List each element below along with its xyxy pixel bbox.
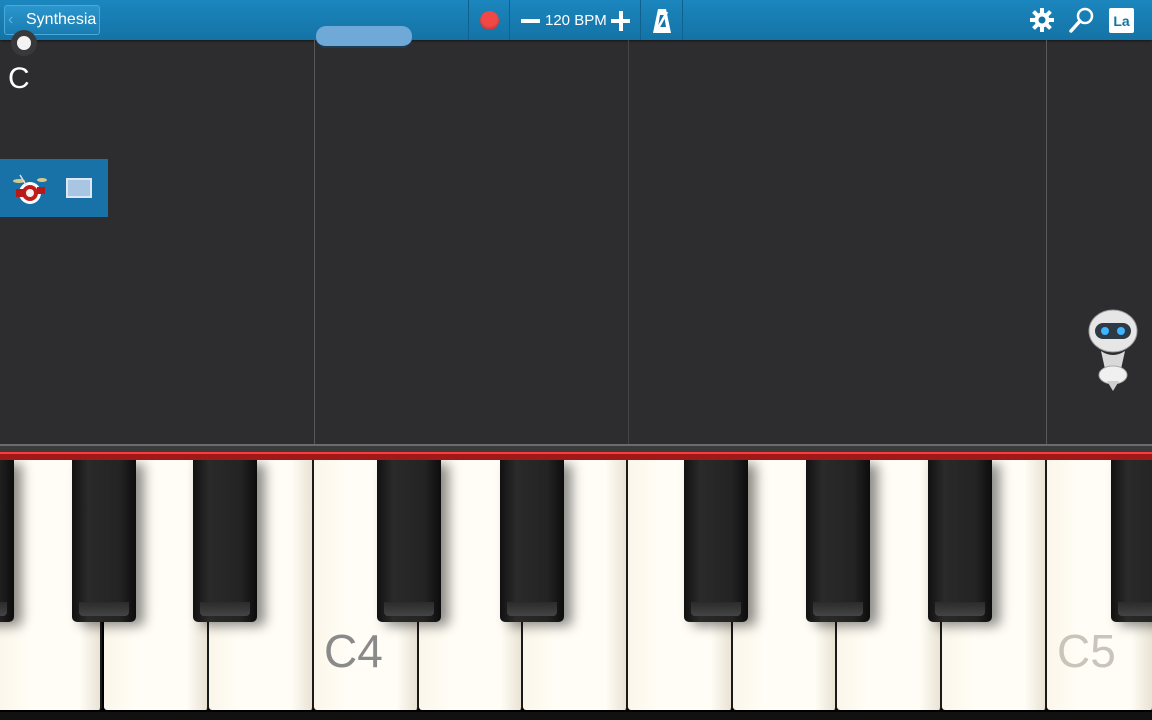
toolbar-divider: [640, 0, 641, 40]
falling-note: [316, 26, 412, 48]
screen-icon[interactable]: [66, 178, 92, 198]
octave-label-c4: C4: [324, 625, 383, 677]
key-signature-label: C: [8, 62, 30, 95]
keyboard-bottom-edge: [0, 712, 1152, 720]
keyboard-top-felt: [0, 452, 1152, 460]
black-key[interactable]: [684, 460, 748, 622]
toolbar-divider: [509, 0, 510, 40]
instrument-panel[interactable]: [0, 159, 108, 217]
black-key[interactable]: [500, 460, 564, 622]
back-chevron-icon: ‹: [8, 11, 14, 28]
toolbar-divider: [682, 0, 683, 40]
octave-line: [628, 40, 629, 444]
octave-label-c5: C5: [1057, 625, 1116, 677]
magnifier-icon[interactable]: [1069, 7, 1095, 33]
label-mode-button[interactable]: La: [1109, 8, 1134, 33]
black-key[interactable]: [72, 460, 136, 622]
black-key[interactable]: [0, 460, 14, 622]
top-toolbar: ‹ Synthesia 120 BPM La: [0, 0, 1152, 40]
drum-kit-icon[interactable]: [12, 171, 48, 207]
bpm-display: 120 BPM: [545, 12, 607, 29]
plus-icon: [619, 11, 623, 31]
black-key[interactable]: [1111, 460, 1152, 622]
record-icon[interactable]: [480, 11, 499, 30]
metronome-icon[interactable]: [652, 8, 672, 34]
black-key[interactable]: [806, 460, 870, 622]
black-key[interactable]: [193, 460, 257, 622]
octave-line: [314, 40, 315, 444]
toggle-knob[interactable]: [11, 30, 37, 56]
bpm-decrease-button[interactable]: [521, 19, 540, 23]
gear-icon[interactable]: [1030, 8, 1054, 32]
robot-icon[interactable]: [1087, 309, 1139, 393]
black-key[interactable]: [928, 460, 992, 622]
toolbar-divider: [468, 0, 469, 40]
back-button-label: Synthesia: [26, 11, 97, 28]
piano-keyboard: C4 C5: [0, 460, 1152, 712]
octave-line: [1046, 40, 1047, 444]
keyboard-separator: [0, 444, 1152, 452]
black-key[interactable]: [377, 460, 441, 622]
